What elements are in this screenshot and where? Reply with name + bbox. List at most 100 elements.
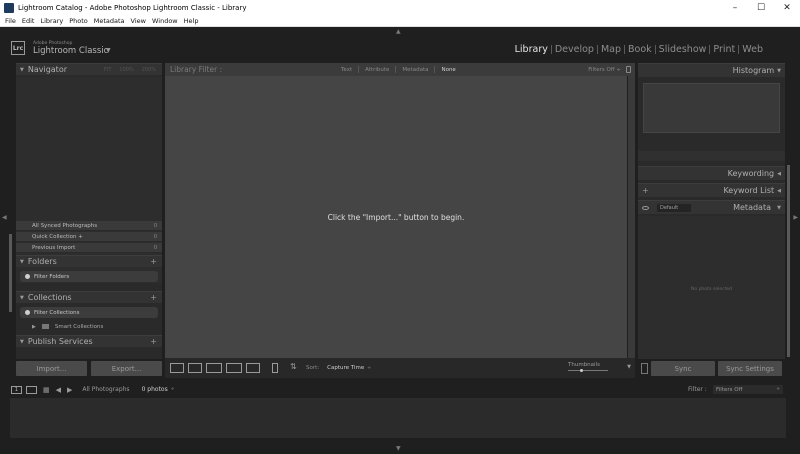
publish-services-header[interactable]: ▼ Publish Services + [16,335,162,347]
menu-file[interactable]: File [5,17,16,25]
loupe-view-icon[interactable] [188,363,202,373]
chevron-down-icon: ÷ [776,387,780,392]
right-panel-scrollbar[interactable] [787,165,790,357]
metadata-title: Metadata [733,203,771,212]
collapse-top-icon[interactable]: ▲ [396,28,401,35]
lock-icon[interactable] [626,66,631,73]
filter-metadata[interactable]: Metadata [396,67,434,73]
module-develop[interactable]: Develop [552,44,597,55]
filmstrip-source[interactable]: All Photographs [82,386,129,393]
filter-text[interactable]: Text [335,67,358,73]
filmstrip[interactable] [10,398,786,438]
smart-collections-item[interactable]: ▶ Smart Collections [32,322,103,331]
histogram-title: Histogram [732,66,775,75]
triangle-right-icon[interactable]: ▶ [32,324,36,330]
people-view-icon[interactable] [246,363,260,373]
spray-can-icon[interactable] [272,363,278,373]
import-button[interactable]: Import... [16,361,87,376]
keyword-list-header[interactable]: + Keyword List ◀ [638,183,785,197]
menu-metadata[interactable]: Metadata [94,17,125,25]
module-print[interactable]: Print [710,44,738,55]
library-toolbar: ⇅ Sort: Capture Time ÷ Thumbnails ▼ [165,358,635,378]
back-arrow-icon[interactable]: ◀ [56,386,61,394]
empty-grid-message: Click the "Import..." button to begin. [327,213,465,222]
maximize-button[interactable]: ☐ [748,0,774,16]
sync-settings-button[interactable]: Sync Settings [718,361,782,376]
filmstrip-filter-dropdown[interactable]: Filters Off ÷ [713,385,783,394]
grid-view-icon[interactable] [170,363,184,373]
folders-header[interactable]: ▼ Folders + [16,255,162,267]
collections-header[interactable]: ▼ Collections + [16,291,162,303]
add-keyword-icon[interactable]: + [642,186,649,195]
filters-off-dropdown[interactable]: Filters Off ÷ [588,67,621,73]
navigator-header[interactable]: ▼ Navigator FIT 100% 200% [16,63,162,75]
thumbnails-label: Thumbnails [568,362,600,368]
filter-none[interactable]: None [435,67,461,73]
module-map[interactable]: Map [598,44,624,55]
eye-icon[interactable] [642,205,649,210]
collapse-right-icon[interactable]: ▶ [793,214,798,221]
title-bar: Lightroom Catalog - Adobe Photoshop Ligh… [0,0,800,16]
catalog-item-all-synced[interactable]: All Synced Photographs 0 [16,221,162,231]
catalog-item-count: 0 [153,244,157,251]
catalog-item-previous-import[interactable]: Previous Import 0 [16,243,162,253]
module-library[interactable]: Library [512,44,551,55]
thumbnails-slider[interactable] [568,369,608,372]
filmstrip-filter-label: Filter : [688,386,707,393]
triangle-down-icon: ▼ [777,67,781,74]
thumbnails-slider-knob[interactable] [580,369,583,372]
module-slideshow[interactable]: Slideshow [656,44,710,55]
secondary-window-icon[interactable] [26,385,37,394]
quick-develop-collapsed[interactable] [638,151,785,161]
add-collection-icon[interactable]: + [150,293,157,302]
sync-button[interactable]: Sync [651,361,715,376]
module-book[interactable]: Book [625,44,655,55]
grid-icon[interactable]: ▦ [43,386,50,394]
grid-scrollbar[interactable] [628,76,635,358]
survey-view-icon[interactable] [226,363,242,373]
forward-arrow-icon[interactable]: ▶ [67,386,72,394]
catalog-item-quick-collection[interactable]: Quick Collection + 0 [16,232,162,242]
menu-photo[interactable]: Photo [69,17,88,25]
zoom-fit[interactable]: FIT [104,67,111,73]
keywording-header[interactable]: Keywording ◀ [638,166,785,180]
filter-collections-field[interactable]: Filter Collections [20,307,158,318]
chevron-down-icon[interactable]: ▼ [106,47,111,54]
collapse-bottom-icon[interactable]: ▼ [396,445,401,452]
menu-library[interactable]: Library [40,17,63,25]
filter-folders-field[interactable]: Filter Folders [20,271,158,282]
compare-view-icon[interactable] [206,363,222,373]
sort-direction-icon[interactable]: ⇅ [290,363,300,373]
collapse-left-icon[interactable]: ◀ [2,214,7,221]
left-panel-scrollbar[interactable] [9,234,12,312]
keywording-title: Keywording [727,169,775,178]
auto-sync-switch[interactable] [641,363,648,374]
menu-view[interactable]: View [131,17,146,25]
menu-help[interactable]: Help [184,17,199,25]
metadata-header[interactable]: Default Metadata ▼ [638,200,785,214]
close-button[interactable]: ✕ [774,0,800,16]
histogram-header[interactable]: Histogram ▼ [638,63,785,77]
grid-view[interactable]: Click the "Import..." button to begin. [165,76,627,358]
metadata-preset-dropdown[interactable]: Default [657,203,691,212]
toolbar-menu-icon[interactable]: ▼ [627,364,631,370]
sort-dropdown[interactable]: Capture Time [327,365,364,371]
export-button[interactable]: Export... [91,361,162,376]
filter-attribute[interactable]: Attribute [359,67,395,73]
menu-edit[interactable]: Edit [22,17,35,25]
sort-caret-icon[interactable]: ÷ [367,366,371,371]
module-web[interactable]: Web [739,44,766,55]
catalog-item-label: Quick Collection + [32,233,83,240]
primary-window-icon[interactable]: 1 [11,385,22,394]
filmstrip-source-caret-icon[interactable]: ÷ [171,387,175,392]
menu-window[interactable]: Window [152,17,178,25]
zoom-200[interactable]: 200% [142,67,156,73]
brand-product[interactable]: Lightroom Classic [33,46,108,56]
triangle-down-icon: ▼ [20,338,24,345]
zoom-100[interactable]: 100% [119,67,133,73]
add-publish-service-icon[interactable]: + [150,337,157,346]
minimize-button[interactable]: – [722,0,748,16]
filmstrip-count[interactable]: 0 photos [142,386,168,393]
triangle-left-icon: ◀ [777,170,781,177]
add-folder-icon[interactable]: + [150,257,157,266]
